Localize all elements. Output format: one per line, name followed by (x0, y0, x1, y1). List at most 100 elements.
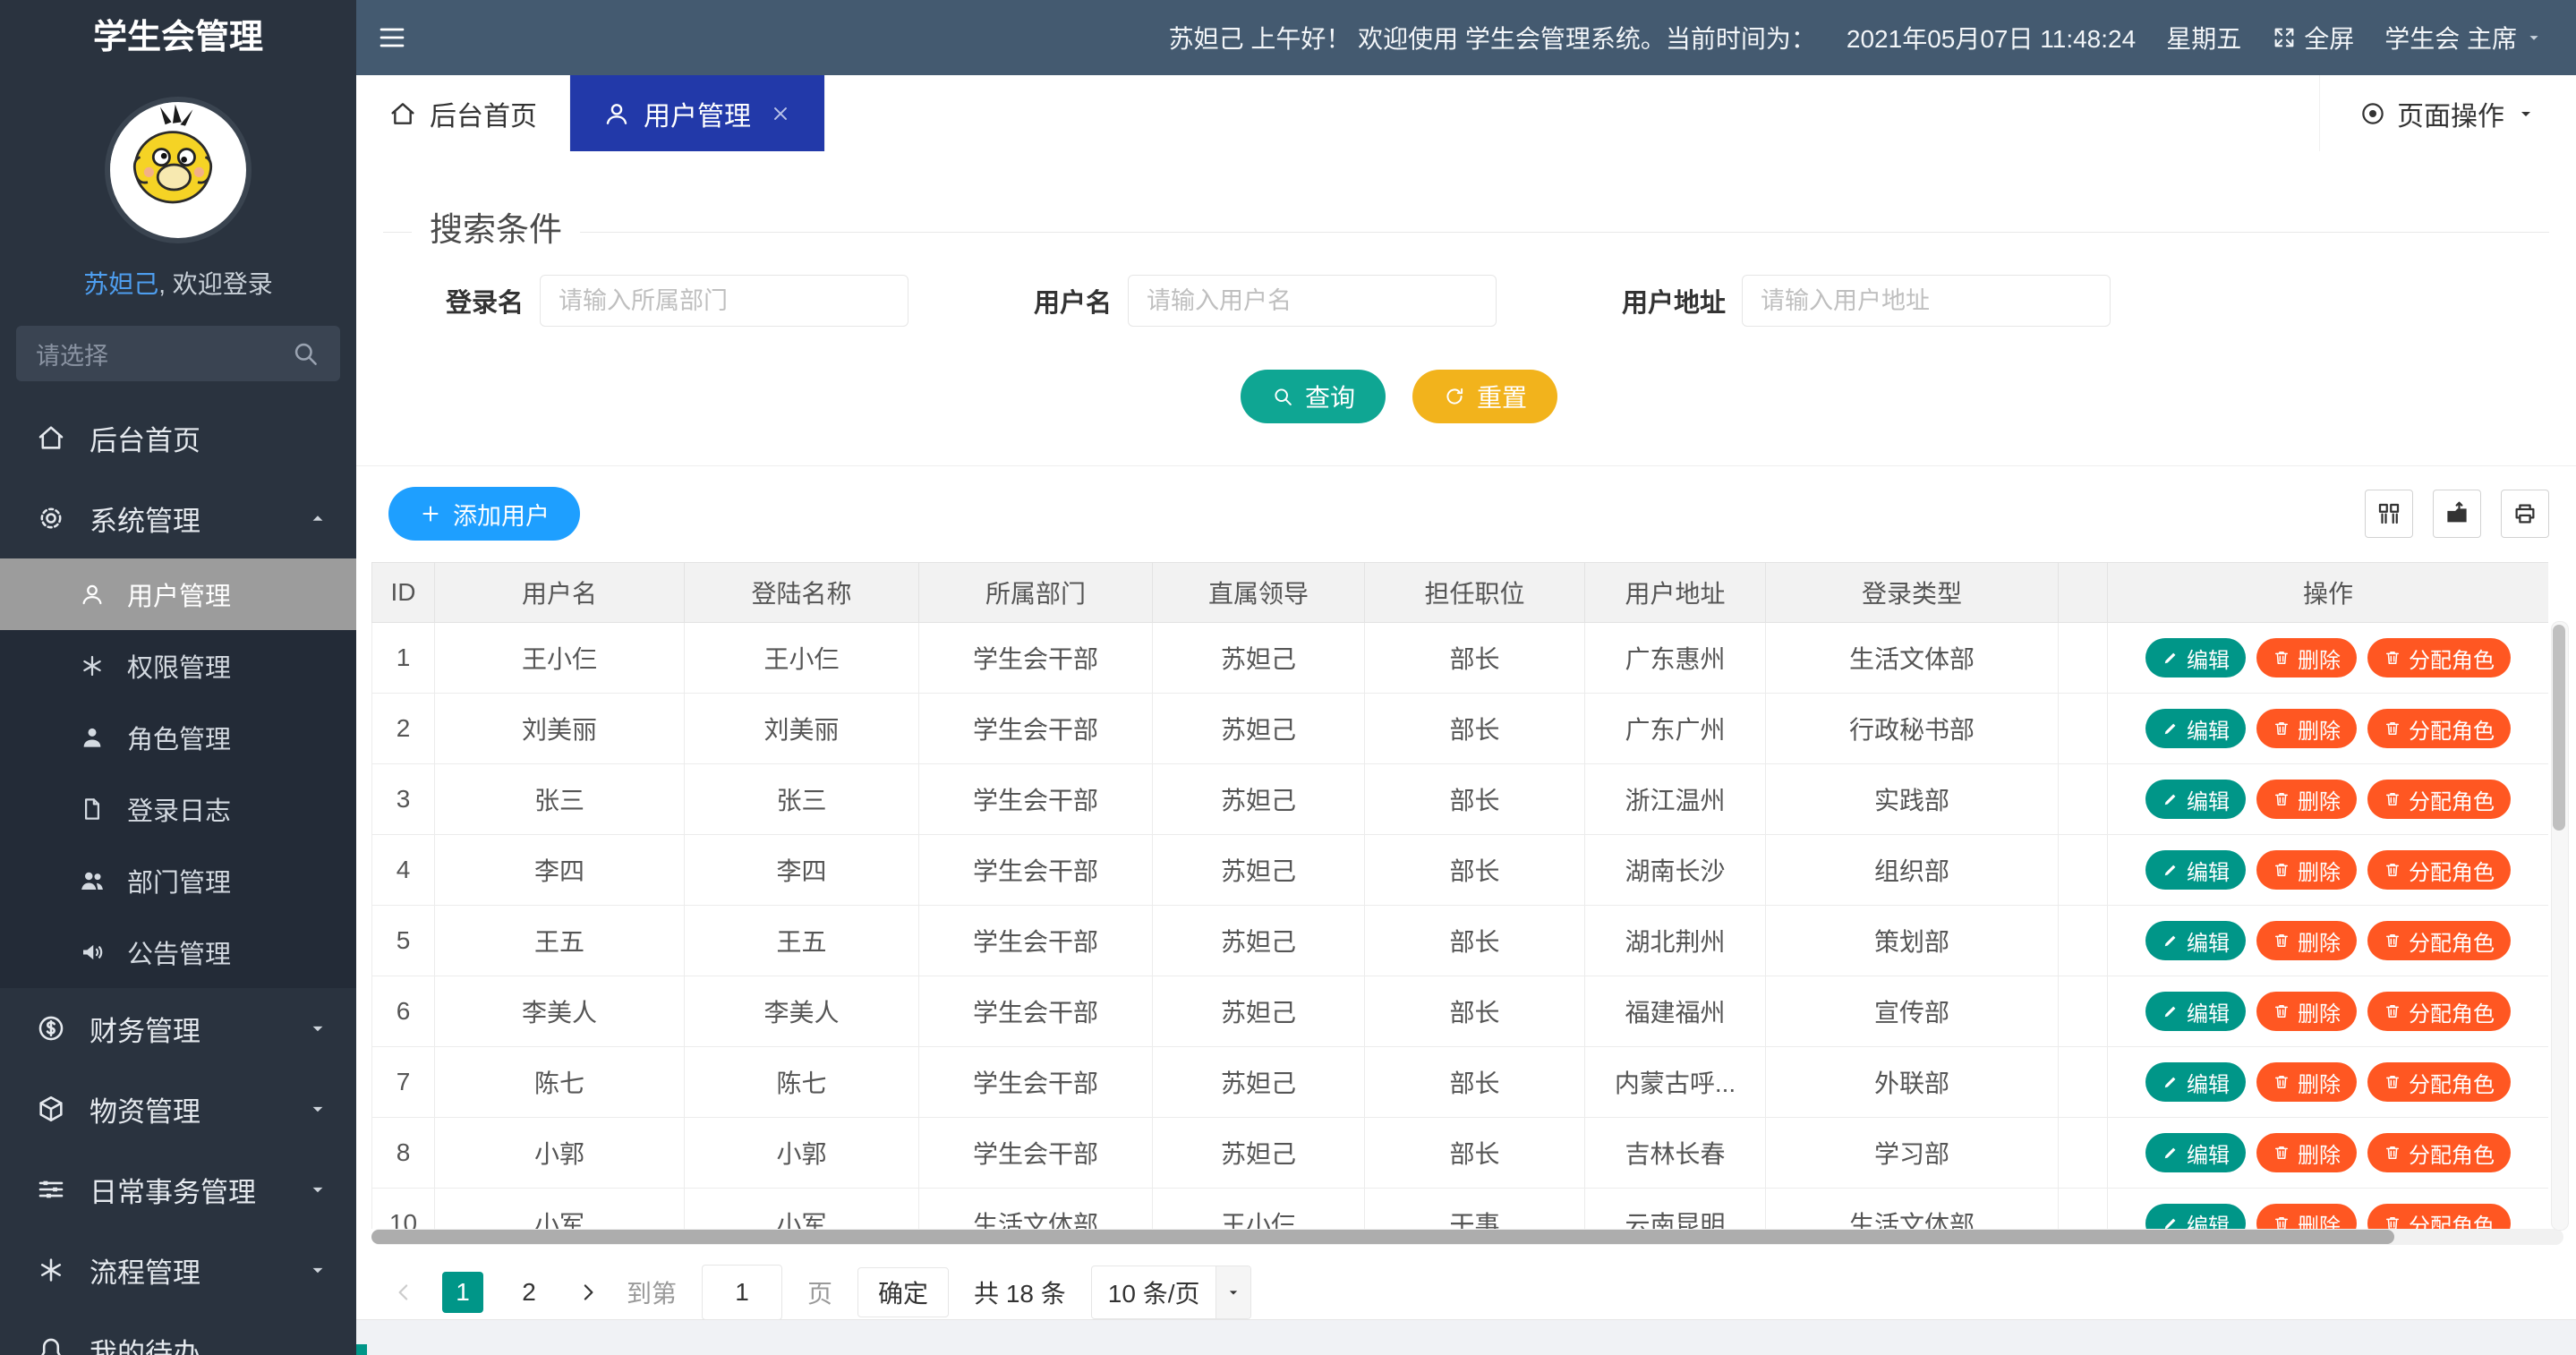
tab-user-management[interactable]: 用户管理 (570, 75, 825, 151)
columns-filter-button[interactable] (2365, 490, 2413, 538)
table-cell-spacer (2059, 1118, 2108, 1189)
assign-role-button[interactable]: 分配角色 (2367, 1133, 2511, 1172)
tab-home[interactable]: 后台首页 (356, 75, 570, 151)
username-input[interactable] (1128, 275, 1497, 327)
next-page-icon[interactable] (575, 1279, 601, 1306)
column-header-spacer (2059, 563, 2108, 623)
sidebar-item-财务管理[interactable]: 财务管理 (0, 988, 356, 1069)
delete-button[interactable]: 删除 (2256, 850, 2357, 890)
table-cell: 部长 (1365, 1118, 1585, 1189)
edit-button[interactable]: 编辑 (2145, 1204, 2246, 1229)
delete-button[interactable]: 删除 (2256, 992, 2357, 1031)
table-cell: 陈七 (685, 1047, 919, 1118)
delete-button[interactable]: 删除 (2256, 709, 2357, 748)
edit-button[interactable]: 编辑 (2145, 709, 2246, 748)
prev-page-icon[interactable] (390, 1279, 417, 1306)
menu-toggle-icon[interactable] (356, 21, 417, 54)
assign-role-button[interactable]: 分配角色 (2367, 921, 2511, 960)
table-cell: 小郭 (685, 1118, 919, 1189)
table-cell-actions: 编辑删除分配角色 (2108, 976, 2549, 1047)
avatar[interactable] (105, 97, 252, 243)
table-cell: 实践部 (1766, 764, 2059, 835)
sidebar-search-select[interactable]: 请选择 (16, 326, 340, 381)
column-header-所属部门: 所属部门 (919, 563, 1153, 623)
confirm-button[interactable]: 确定 (857, 1267, 949, 1317)
page-number-1[interactable]: 1 (442, 1272, 483, 1313)
delete-button[interactable]: 删除 (2256, 1062, 2357, 1102)
sliders-icon (36, 1174, 66, 1205)
welcome-text: 苏妲己, 欢迎登录 (0, 265, 356, 301)
assign-role-button[interactable]: 分配角色 (2367, 709, 2511, 748)
trash-icon (2384, 1144, 2401, 1162)
user-menu[interactable]: 学生会 主席 (2384, 20, 2544, 55)
assign-role-button[interactable]: 分配角色 (2367, 1204, 2511, 1229)
sidebar-item-权限管理[interactable]: 权限管理 (0, 630, 356, 702)
delete-button[interactable]: 删除 (2256, 1204, 2357, 1229)
sidebar-item-后台首页[interactable]: 后台首页 (0, 397, 356, 478)
gear-icon (36, 503, 66, 533)
delete-button[interactable]: 删除 (2256, 921, 2357, 960)
vertical-scroll-thumb[interactable] (2553, 625, 2565, 831)
sidebar-item-系统管理[interactable]: 系统管理 (0, 478, 356, 558)
table-cell: 组织部 (1766, 835, 2059, 906)
table-cell-spacer (2059, 976, 2108, 1047)
sidebar-item-用户管理[interactable]: 用户管理 (0, 558, 356, 630)
page-actions-dropdown[interactable]: 页面操作 (2319, 75, 2576, 151)
add-user-button[interactable]: 添加用户 (388, 487, 580, 541)
edit-button[interactable]: 编辑 (2145, 992, 2246, 1031)
table-cell: 苏妲己 (1153, 1047, 1365, 1118)
delete-button[interactable]: 删除 (2256, 780, 2357, 819)
edit-button[interactable]: 编辑 (2145, 638, 2246, 678)
horizontal-scroll-thumb[interactable] (371, 1230, 2394, 1244)
plus-icon (419, 502, 442, 525)
delete-button[interactable]: 删除 (2256, 1133, 2357, 1172)
table-cell: 陈七 (435, 1047, 685, 1118)
table-cell: 部长 (1365, 623, 1585, 694)
print-button[interactable] (2501, 490, 2549, 538)
table-cell-actions: 编辑删除分配角色 (2108, 764, 2549, 835)
caret-down-icon (306, 1178, 329, 1201)
edit-button[interactable]: 编辑 (2145, 1133, 2246, 1172)
edit-button[interactable]: 编辑 (2145, 1062, 2246, 1102)
user-table: ID用户名登陆名称所属部门直属领导担任职位用户地址登录类型操作 1王小仨王小仨学… (371, 562, 2548, 1229)
fullscreen-button[interactable]: 全屏 (2272, 20, 2354, 55)
page-size-select[interactable]: 10 条/页 (1091, 1266, 1252, 1319)
assign-role-button[interactable]: 分配角色 (2367, 1062, 2511, 1102)
pencil-icon (2162, 1002, 2179, 1020)
page-number-2[interactable]: 2 (508, 1272, 550, 1313)
sidebar-item-我的待办[interactable]: 我的待办 (0, 1310, 356, 1355)
delete-button[interactable]: 删除 (2256, 638, 2357, 678)
assign-role-button[interactable]: 分配角色 (2367, 638, 2511, 678)
sidebar-item-角色管理[interactable]: 角色管理 (0, 702, 356, 773)
trash-icon (2384, 1073, 2401, 1091)
sidebar-item-日常事务管理[interactable]: 日常事务管理 (0, 1149, 356, 1230)
assign-role-button[interactable]: 分配角色 (2367, 992, 2511, 1031)
close-icon[interactable] (769, 102, 792, 125)
edit-button[interactable]: 编辑 (2145, 850, 2246, 890)
caret-down-icon (306, 1017, 329, 1040)
assign-role-button[interactable]: 分配角色 (2367, 780, 2511, 819)
sidebar-item-部门管理[interactable]: 部门管理 (0, 845, 356, 916)
pencil-icon (2162, 1144, 2179, 1162)
user-address-input[interactable] (1742, 275, 2111, 327)
trash-icon (2384, 649, 2401, 667)
table-cell-actions: 编辑删除分配角色 (2108, 906, 2549, 976)
table-header-row: ID用户名登陆名称所属部门直属领导担任职位用户地址登录类型操作 (372, 563, 2549, 623)
assign-role-button[interactable]: 分配角色 (2367, 850, 2511, 890)
table-cell: 学生会干部 (919, 623, 1153, 694)
edit-button[interactable]: 编辑 (2145, 921, 2246, 960)
vertical-scrollbar[interactable] (2551, 621, 2569, 1231)
table-cell: 10 (372, 1189, 435, 1230)
horizontal-scrollbar[interactable] (371, 1229, 2563, 1245)
query-button[interactable]: 查询 (1241, 370, 1386, 423)
sidebar-item-流程管理[interactable]: 流程管理 (0, 1230, 356, 1310)
sidebar-item-物资管理[interactable]: 物资管理 (0, 1069, 356, 1149)
sidebar-item-登录日志[interactable]: 登录日志 (0, 773, 356, 845)
edit-button[interactable]: 编辑 (2145, 780, 2246, 819)
sidebar-item-公告管理[interactable]: 公告管理 (0, 916, 356, 988)
export-button[interactable] (2433, 490, 2481, 538)
login-name-input[interactable] (540, 275, 908, 327)
goto-page-input[interactable] (702, 1265, 782, 1320)
table-cell: 4 (372, 835, 435, 906)
reset-button[interactable]: 重置 (1412, 370, 1557, 423)
